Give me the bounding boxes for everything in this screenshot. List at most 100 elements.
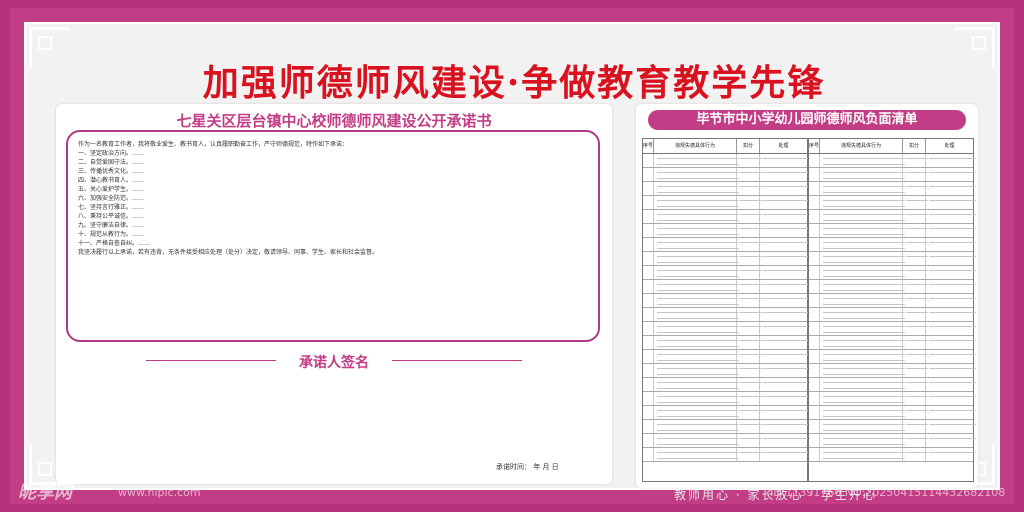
table-cell xyxy=(809,266,820,279)
table-cell xyxy=(903,406,928,419)
table-cell xyxy=(809,196,820,209)
illegible-text-line xyxy=(657,298,739,299)
watermark-logo: 昵享网 xyxy=(18,482,72,503)
table-row xyxy=(809,182,976,196)
table-row xyxy=(643,252,810,266)
illegible-text-line xyxy=(906,228,928,229)
illegible-text-line xyxy=(929,158,976,159)
illegible-text-line xyxy=(823,206,905,207)
negative-list-panel: 毕节市中小学幼儿园师德师风负面清单 序号 违规失德具体行为 扣分 处理 序号 违规失德具… xyxy=(636,104,978,488)
table-cell xyxy=(926,434,976,447)
table-cell xyxy=(903,350,928,363)
illegible-text-line xyxy=(906,200,928,201)
table-row xyxy=(643,210,810,224)
table-header: 序号 违规失德具体行为 扣分 处理 xyxy=(809,139,973,154)
illegible-text-line xyxy=(657,262,739,263)
illegible-text-line xyxy=(929,396,976,397)
table-row xyxy=(643,434,810,448)
table-cell xyxy=(903,378,928,391)
illegible-text-line xyxy=(929,312,976,313)
illegible-text-line xyxy=(740,340,762,341)
illegible-text-line xyxy=(823,192,905,193)
table-cell xyxy=(926,350,976,363)
table-cell xyxy=(903,392,928,405)
table-row xyxy=(643,224,810,238)
table-cell xyxy=(926,308,976,321)
table-cell xyxy=(654,448,739,461)
illegible-text-line xyxy=(823,186,905,187)
illegible-text-line xyxy=(906,312,928,313)
illegible-text-line xyxy=(823,340,905,341)
illegible-text-line xyxy=(763,242,810,243)
illegible-text-line xyxy=(740,242,762,243)
illegible-text-line xyxy=(657,346,739,347)
table-cell xyxy=(643,336,654,349)
illegible-text-line xyxy=(929,214,976,215)
table-cell xyxy=(760,322,810,335)
illegible-text-line xyxy=(823,346,905,347)
table-cell xyxy=(820,154,905,167)
illegible-text-line xyxy=(906,368,928,369)
table-cell xyxy=(760,336,810,349)
table-row xyxy=(809,434,976,448)
illegible-text-line xyxy=(929,452,976,453)
illegible-text-line xyxy=(823,410,905,411)
pledge-item: 五、关心爱护学生。…… xyxy=(78,186,145,193)
table-cell xyxy=(760,196,810,209)
illegible-text-line xyxy=(906,270,928,271)
table-cell xyxy=(926,266,976,279)
table-cell xyxy=(654,294,739,307)
table-cell xyxy=(737,448,762,461)
illegible-text-line xyxy=(763,200,810,201)
table-row xyxy=(643,420,810,434)
table-cell xyxy=(809,434,820,447)
table-row xyxy=(809,280,976,294)
illegible-text-line xyxy=(906,410,928,411)
table-cell xyxy=(809,224,820,237)
table-cell xyxy=(737,182,762,195)
illegible-text-line xyxy=(929,228,976,229)
illegible-text-line xyxy=(929,270,976,271)
table-cell xyxy=(760,154,810,167)
table-cell xyxy=(654,364,739,377)
illegible-text-line xyxy=(906,284,928,285)
pledge-item: 六、加强安全防范。…… xyxy=(78,195,145,202)
illegible-text-line xyxy=(763,256,810,257)
illegible-text-line xyxy=(823,396,905,397)
table-cell xyxy=(643,350,654,363)
illegible-text-line xyxy=(763,396,810,397)
table-cell xyxy=(643,392,654,405)
table-cell xyxy=(760,252,810,265)
illegible-text-line xyxy=(929,326,976,327)
illegible-text-line xyxy=(823,242,905,243)
illegible-text-line xyxy=(906,172,928,173)
table-cell xyxy=(820,294,905,307)
illegible-text-line xyxy=(657,410,739,411)
table-cell xyxy=(643,182,654,195)
pledge-item: 十、规范从教行为。…… xyxy=(78,231,145,238)
table-cell xyxy=(737,238,762,251)
table-cell xyxy=(654,252,739,265)
bulletin-board: 加强师德师风建设·争做教育教学先锋 七星关区层台镇中心校师德师风建设公开承诺书 … xyxy=(10,8,1014,504)
table-cell xyxy=(809,238,820,251)
table-cell xyxy=(820,350,905,363)
column-header: 序号 xyxy=(809,139,820,153)
table-cell xyxy=(820,238,905,251)
table-cell xyxy=(903,364,928,377)
illegible-text-line xyxy=(657,256,739,257)
table-cell xyxy=(809,308,820,321)
illegible-text-line xyxy=(740,172,762,173)
table-row xyxy=(809,378,976,392)
illegible-text-line xyxy=(657,382,739,383)
illegible-text-line xyxy=(740,256,762,257)
table-cell xyxy=(809,322,820,335)
table-cell xyxy=(820,224,905,237)
illegible-text-line xyxy=(929,200,976,201)
table-row xyxy=(809,350,976,364)
pledge-item: 一、坚定政治方向。…… xyxy=(78,150,145,157)
table-cell xyxy=(809,294,820,307)
table-row xyxy=(643,448,810,462)
table-cell xyxy=(654,224,739,237)
column-header: 序号 xyxy=(643,139,654,153)
illegible-text-line xyxy=(740,270,762,271)
